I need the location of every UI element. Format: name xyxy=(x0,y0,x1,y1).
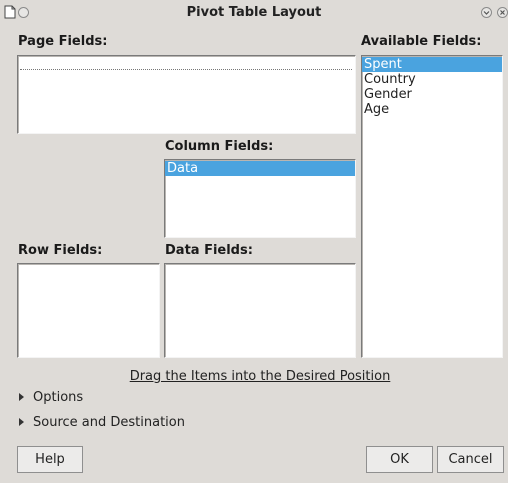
ok-button[interactable]: OK xyxy=(366,446,433,473)
list-item[interactable]: Data xyxy=(165,161,355,176)
options-label: Options xyxy=(33,390,84,405)
expand-arrow-icon xyxy=(19,392,24,401)
title-bar: Pivot Table Layout xyxy=(0,0,508,26)
window-title: Pivot Table Layout xyxy=(186,5,322,20)
column-fields-label: Column Fields: xyxy=(165,139,274,154)
data-fields-list[interactable] xyxy=(164,263,356,358)
help-button[interactable]: Help xyxy=(17,446,83,473)
cancel-button[interactable]: Cancel xyxy=(437,446,504,473)
source-destination-expander[interactable]: Source and Destination xyxy=(19,415,185,430)
drag-hint-row: Drag the Items into the Desired Position xyxy=(0,369,508,384)
list-item[interactable]: Gender xyxy=(362,87,502,102)
source-destination-label: Source and Destination xyxy=(33,415,185,430)
cancel-button-label: Cancel xyxy=(448,452,493,467)
drop-indicator xyxy=(20,69,352,70)
help-button-label: Help xyxy=(35,452,65,467)
row-fields-label: Row Fields: xyxy=(18,243,103,258)
available-fields-label: Available Fields: xyxy=(361,34,482,49)
minimize-icon[interactable] xyxy=(480,6,493,19)
expand-arrow-icon xyxy=(19,417,24,426)
data-fields-label: Data Fields: xyxy=(165,243,253,258)
page-fields-label: Page Fields: xyxy=(18,34,108,49)
list-item[interactable]: Spent xyxy=(362,57,502,72)
drag-hint: Drag the Items into the Desired Position xyxy=(129,369,391,384)
close-icon[interactable] xyxy=(496,6,508,19)
list-item[interactable]: Country xyxy=(362,72,502,87)
options-expander[interactable]: Options xyxy=(19,390,83,405)
column-fields-list[interactable]: Data xyxy=(164,159,356,238)
page-fields-list[interactable] xyxy=(17,55,356,134)
row-fields-list[interactable] xyxy=(17,263,160,358)
available-fields-list[interactable]: Spent Country Gender Age xyxy=(361,55,503,358)
ok-button-label: OK xyxy=(390,452,409,467)
list-item[interactable]: Age xyxy=(362,102,502,117)
